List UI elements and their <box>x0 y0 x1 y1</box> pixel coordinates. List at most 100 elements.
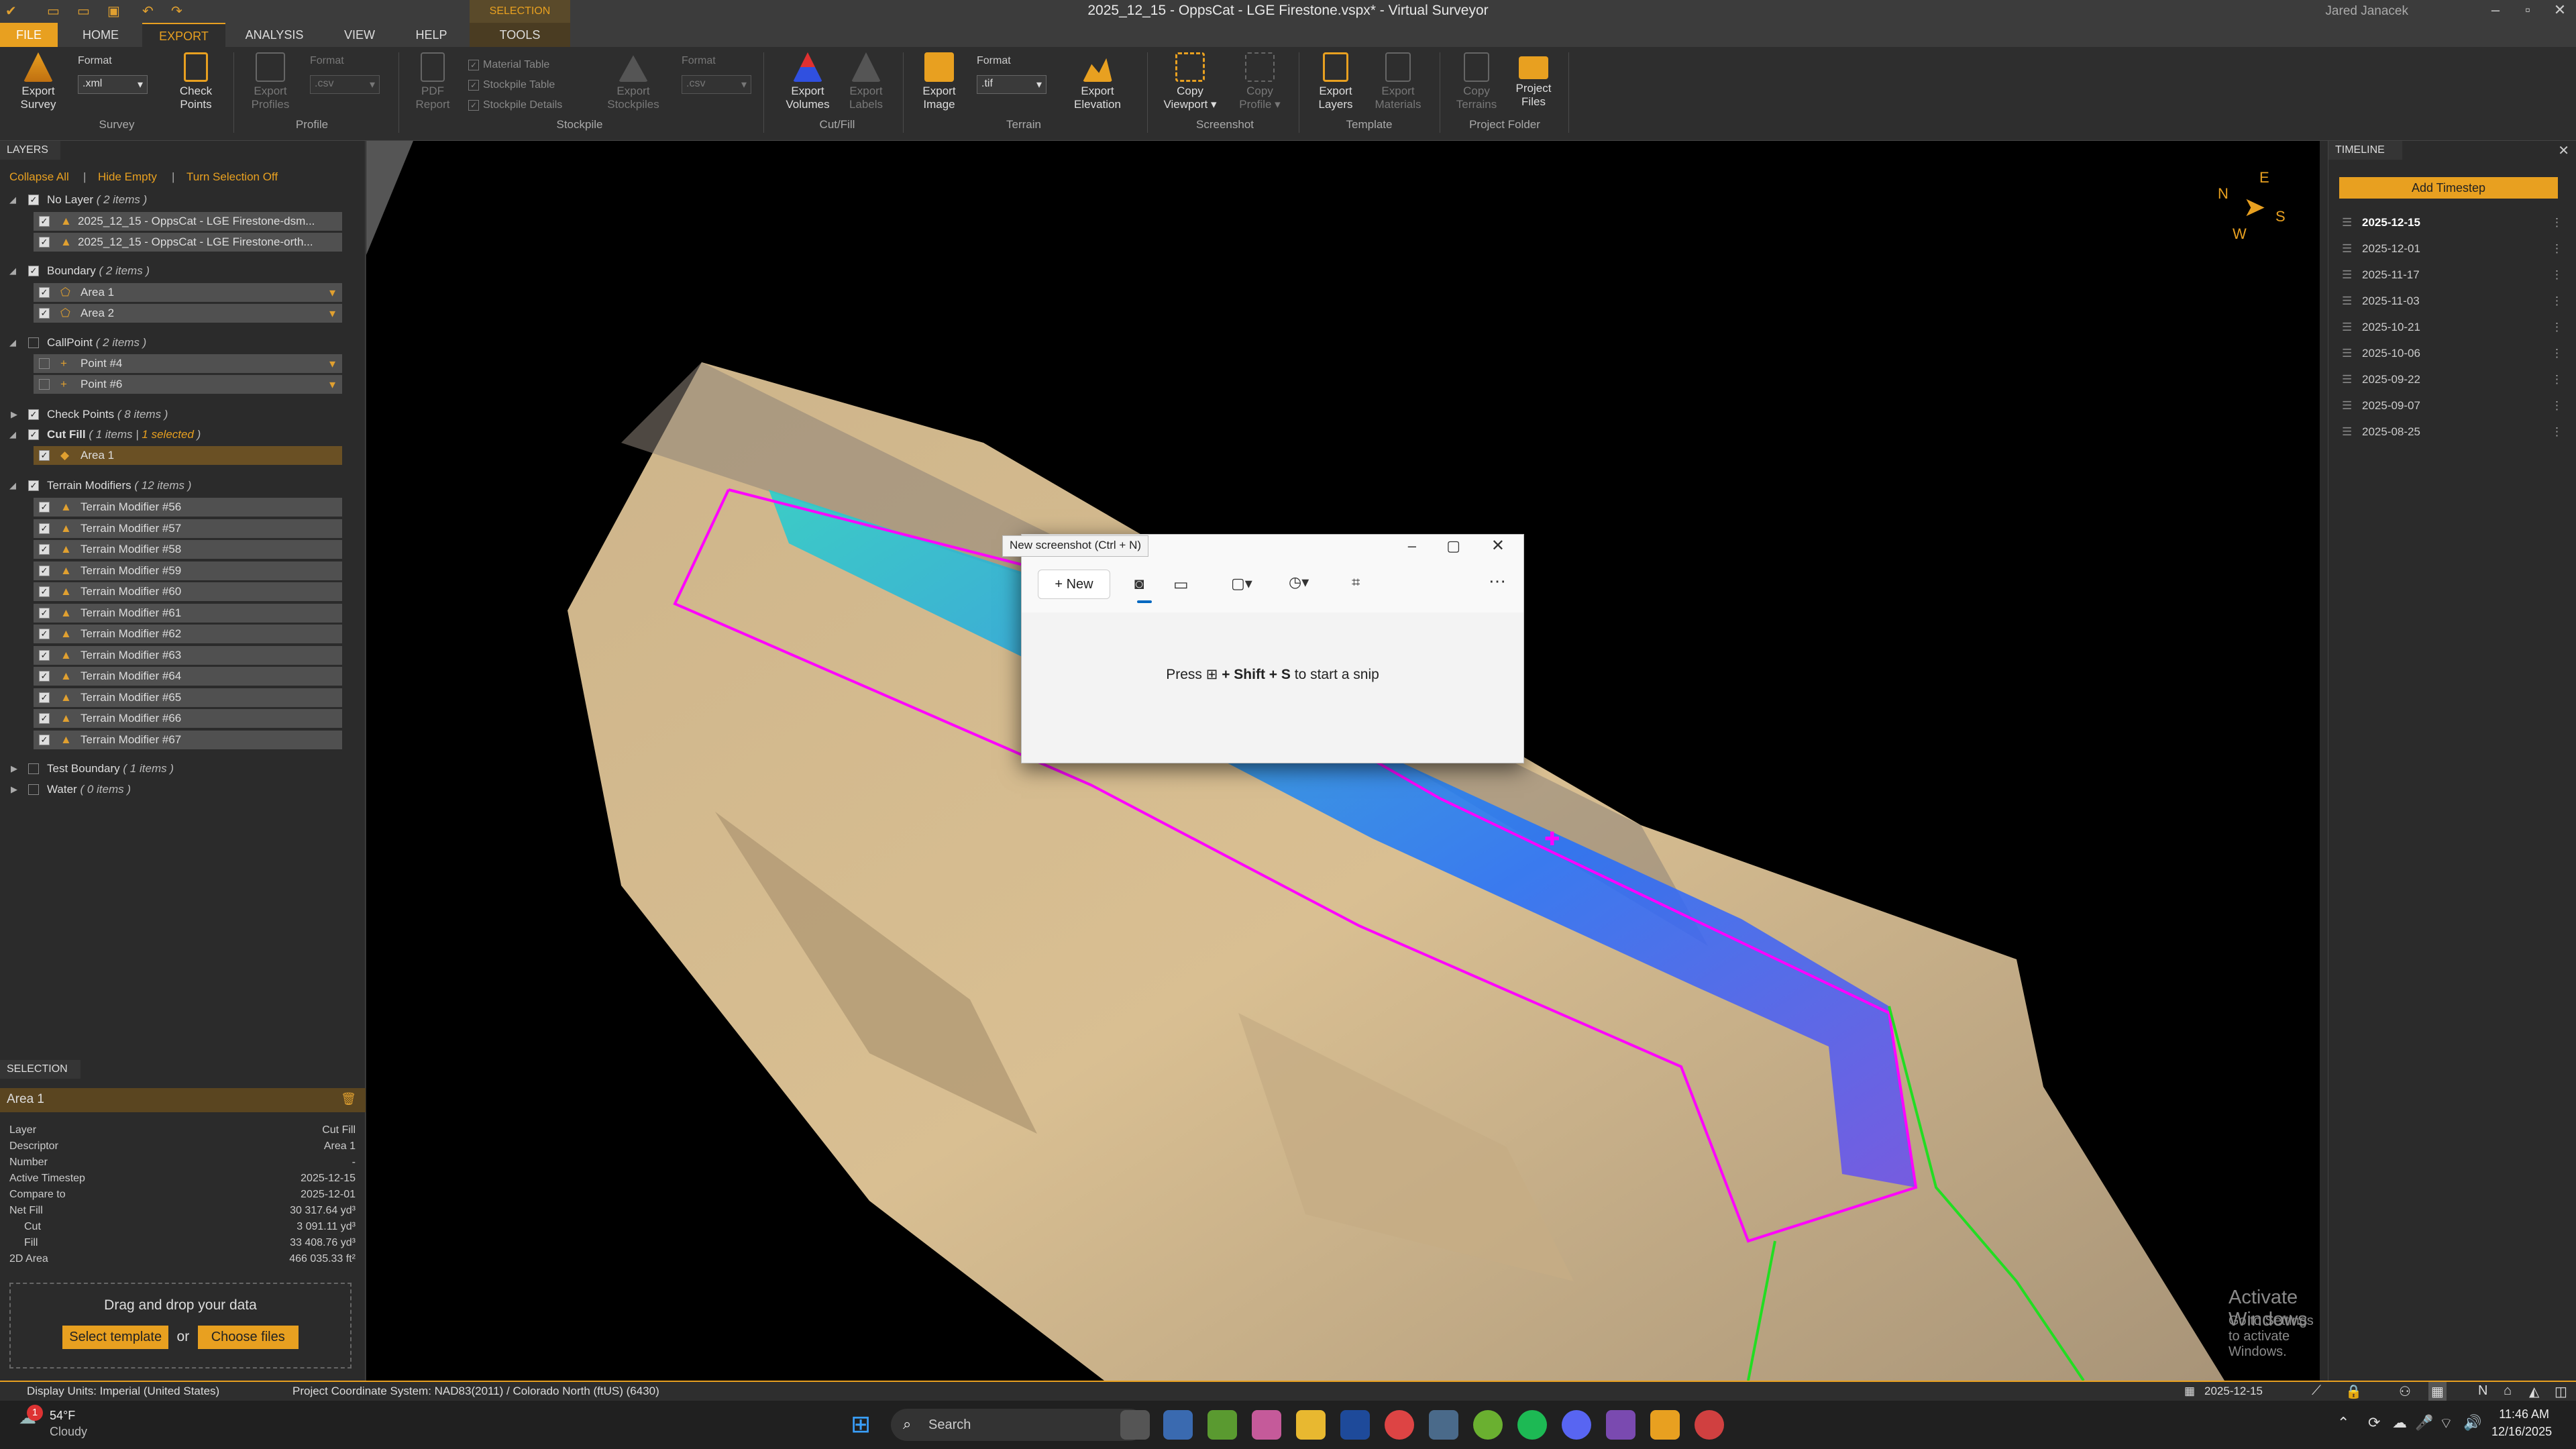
file-explorer-icon[interactable] <box>1296 1410 1326 1440</box>
timeline-item[interactable]: ☰ 2025-11-03 ⋮ <box>2342 289 2563 313</box>
user-name[interactable]: Jared Janacek <box>2325 4 2408 19</box>
layer-item-boundary-area-2[interactable]: ✓ ⬠ Area 2 ▾ <box>34 304 342 323</box>
layer-item-boundary-area-1[interactable]: ✓ ⬠ Area 1 ▾ <box>34 283 342 302</box>
timeline-item[interactable]: ☰ 2025-10-21 ⋮ <box>2342 315 2563 339</box>
delay-timer-icon[interactable]: ◷▾ <box>1289 574 1309 591</box>
drag-handle-icon[interactable]: ☰ <box>2342 289 2352 313</box>
status-timestep[interactable]: 2025-12-15 <box>2204 1385 2263 1398</box>
timeline-item[interactable]: ☰ 2025-09-22 ⋮ <box>2342 368 2563 392</box>
qgis-icon[interactable] <box>1473 1410 1503 1440</box>
choose-files-button[interactable]: Choose files <box>197 1326 299 1349</box>
export-layers-button[interactable]: Export Layers <box>1307 52 1364 111</box>
drag-handle-icon[interactable]: ☰ <box>2342 341 2352 366</box>
lock-icon[interactable]: 🔒 <box>2345 1383 2362 1400</box>
close-icon[interactable]: ✕ <box>1491 536 1505 555</box>
home-icon[interactable]: ⌂ <box>2504 1383 2512 1399</box>
layer-group-boundary[interactable]: ◢ ✓ Boundary ( 2 items ) <box>0 262 366 280</box>
clock-time[interactable]: 11:46 AM <box>2491 1407 2549 1421</box>
close-panel-icon[interactable]: ✕ <box>2558 142 2569 159</box>
snip-mode-icon[interactable]: ▢▾ <box>1231 575 1252 592</box>
pdf-report-button[interactable]: PDF Report <box>405 52 460 111</box>
clip-icon[interactable]: ◫ <box>2555 1383 2567 1400</box>
layer-item-terrain-modifier[interactable]: ✓ ▲ Terrain Modifier #59 <box>34 561 342 580</box>
more-options-icon[interactable]: ⋮ <box>2551 341 2563 366</box>
layer-item-terrain-modifier[interactable]: ✓ ▲ Terrain Modifier #64 <box>34 667 342 686</box>
stockpile-table-checkbox[interactable]: ✓ Stockpile Table <box>468 79 555 91</box>
virtual-surveyor-icon[interactable] <box>1650 1410 1680 1440</box>
stockpile-details-checkbox[interactable]: ✓ Stockpile Details <box>468 99 562 111</box>
layer-item-dsm[interactable]: ✓ ▲ 2025_12_15 - OppsCat - LGE Firestone-… <box>34 212 342 231</box>
layer-group-water[interactable]: ▶ Water ( 0 items ) <box>0 780 366 799</box>
spotify-icon[interactable] <box>1517 1410 1547 1440</box>
compass[interactable]: N E S W ➤ <box>2214 165 2294 246</box>
layer-item-terrain-modifier[interactable]: ✓ ▲ Terrain Modifier #66 <box>34 709 342 728</box>
microphone-icon[interactable]: 🎤 <box>2415 1414 2433 1432</box>
more-options-icon[interactable]: ⋮ <box>2551 315 2563 339</box>
north-icon[interactable]: N <box>2478 1383 2487 1399</box>
material-table-checkbox[interactable]: ✓ Material Table <box>468 59 549 71</box>
export-labels-button[interactable]: Export Labels <box>837 52 895 111</box>
tab-file[interactable]: FILE <box>0 23 58 47</box>
network-icon[interactable]: ⚇ <box>2399 1383 2411 1400</box>
add-timestep-button[interactable]: Add Timestep <box>2339 177 2558 199</box>
drag-handle-icon[interactable]: ☰ <box>2342 315 2352 339</box>
sync-icon[interactable]: ⟳ <box>2368 1414 2380 1432</box>
layer-item-terrain-modifier[interactable]: ✓ ▲ Terrain Modifier #61 <box>34 603 342 623</box>
check-points-button[interactable]: Check Points <box>169 52 223 111</box>
layer-item-cutfill-area-1[interactable]: ✓ ◆ Area 1 <box>34 446 342 465</box>
tray-chevron-icon[interactable]: ⌃ <box>2337 1414 2349 1432</box>
drag-handle-icon[interactable]: ☰ <box>2342 237 2352 261</box>
calculator-icon[interactable] <box>1429 1410 1458 1440</box>
turn-selection-off-link[interactable]: Turn Selection Off <box>186 170 278 184</box>
layer-item-terrain-modifier[interactable]: ✓ ▲ Terrain Modifier #65 <box>34 688 342 707</box>
more-options-icon[interactable]: ⋮ <box>2551 394 2563 418</box>
layer-group-terrain-modifiers[interactable]: ◢ ✓ Terrain Modifiers ( 12 items ) <box>0 476 366 495</box>
wifi-icon[interactable]: ⌔ <box>2439 1414 2453 1433</box>
tab-export[interactable]: EXPORT <box>142 23 225 47</box>
collapse-all-link[interactable]: Collapse All <box>9 170 69 184</box>
layer-group-no-layer[interactable]: ◢ ✓ No Layer ( 2 items ) <box>0 191 366 209</box>
export-stockpiles-button[interactable]: Export Stockpiles <box>602 52 664 111</box>
layer-item-ortho[interactable]: ✓ ▲ 2025_12_15 - OppsCat - LGE Firestone-… <box>34 233 342 252</box>
project-files-button[interactable]: Project Files <box>1507 52 1560 109</box>
grid-icon[interactable]: ▦ <box>2428 1382 2447 1401</box>
tab-analysis[interactable]: ANALYSIS <box>237 23 311 47</box>
maximize-icon[interactable]: ▫ <box>2514 1 2541 19</box>
drag-handle-icon[interactable]: ☰ <box>2342 420 2352 444</box>
copilot-icon[interactable] <box>1252 1410 1281 1440</box>
survey-format-select[interactable]: .xml ▾ <box>78 75 148 94</box>
snipping-tool-icon[interactable] <box>1163 1410 1193 1440</box>
select-template-button[interactable]: Select template <box>62 1326 169 1349</box>
layer-item-terrain-modifier[interactable]: ✓ ▲ Terrain Modifier #62 <box>34 625 342 643</box>
timeline-item[interactable]: ☰ 2025-10-06 ⋮ <box>2342 341 2563 366</box>
copy-viewport-button[interactable]: Copy Viewport ▾ <box>1158 52 1222 111</box>
measure-icon[interactable]: ⟋ <box>2312 1383 2321 1399</box>
timeline-item[interactable]: ☰ 2025-11-17 ⋮ <box>2342 263 2563 287</box>
export-volumes-button[interactable]: Export Volumes <box>777 52 839 111</box>
layer-item-terrain-modifier[interactable]: ✓ ▲ Terrain Modifier #57 <box>34 519 342 538</box>
task-view-icon[interactable] <box>1120 1410 1150 1440</box>
layer-item-point-4[interactable]: + Point #4 ▾ <box>34 354 342 373</box>
weather-desc[interactable]: Cloudy <box>50 1425 87 1439</box>
drag-handle-icon[interactable]: ☰ <box>2342 368 2352 392</box>
more-options-icon[interactable]: ⋯ <box>1489 571 1506 592</box>
timeline-item[interactable]: ☰ 2025-09-07 ⋮ <box>2342 394 2563 418</box>
layer-item-terrain-modifier[interactable]: ✓ ▲ Terrain Modifier #56 <box>34 498 342 517</box>
layer-group-test-boundary[interactable]: ▶ Test Boundary ( 1 items ) <box>0 759 366 778</box>
snipping-tool-window[interactable]: – ▢ ✕ + New ◙ ▭ ▢▾ ◷▾ ⌗ ⋯ Press ⊞ + Shif… <box>1021 534 1524 763</box>
new-snip-button[interactable]: + New <box>1038 570 1110 599</box>
taskbar-search[interactable]: ⌕ Search <box>891 1409 1146 1441</box>
copy-terrains-button[interactable]: Copy Terrains <box>1448 52 1505 111</box>
minimize-icon[interactable]: – <box>1408 537 1416 555</box>
video-icon[interactable]: ▭ <box>1173 575 1189 594</box>
weather-temp[interactable]: 54°F <box>50 1409 75 1423</box>
layer-item-terrain-modifier[interactable]: ✓ ▲ Terrain Modifier #67 <box>34 730 342 749</box>
more-options-icon[interactable]: ⋮ <box>2551 263 2563 287</box>
more-options-icon[interactable]: ⋮ <box>2551 289 2563 313</box>
export-survey-button[interactable]: Export Survey <box>9 52 67 111</box>
clock-date[interactable]: 12/16/2025 <box>2491 1425 2552 1439</box>
more-options-icon[interactable]: ⋮ <box>2551 211 2563 235</box>
tab-home[interactable]: HOME <box>67 23 134 47</box>
app-icon[interactable] <box>1606 1410 1635 1440</box>
chrome-icon[interactable] <box>1385 1410 1414 1440</box>
